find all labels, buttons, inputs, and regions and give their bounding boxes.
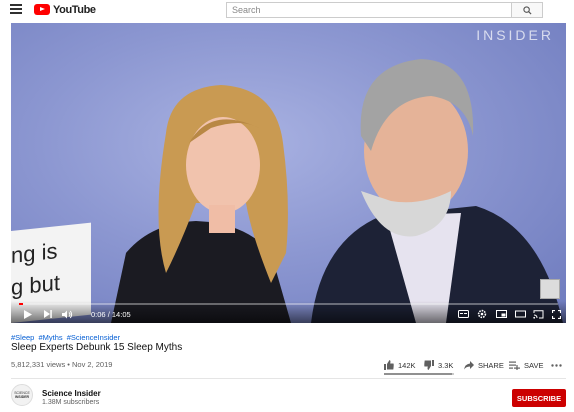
search-input[interactable]: Search <box>226 2 511 18</box>
video-frame-man <box>311 59 563 323</box>
sentiment-bar <box>384 373 454 375</box>
more-horizontal-icon <box>551 363 562 367</box>
volume-icon[interactable] <box>61 309 73 319</box>
video-frame-woman <box>111 85 291 323</box>
channel-avatar[interactable]: SCIENCE INSIDER <box>11 384 33 406</box>
dislike-count: 3.3K <box>438 360 454 370</box>
share-arrow-icon <box>464 360 474 369</box>
channel-watermark-logo <box>540 279 560 299</box>
dislike-button[interactable]: 3.3K <box>424 358 453 372</box>
thumbs-down-icon <box>424 360 434 370</box>
subscriber-count: 1.38M subscribers <box>42 399 100 406</box>
sign-text-line1: ng is <box>11 238 58 268</box>
hashtag-link[interactable]: #Myths <box>38 333 62 342</box>
like-button[interactable]: 142K <box>384 358 416 372</box>
settings-gear-icon[interactable] <box>476 309 488 319</box>
more-actions-button[interactable] <box>551 358 562 372</box>
divider <box>11 378 566 379</box>
save-label: SAVE <box>524 360 544 370</box>
hashtag-link[interactable]: #ScienceInsider <box>67 333 120 342</box>
hashtag-list: #Sleep #Myths #ScienceInsider <box>11 333 122 342</box>
time-separator: / <box>107 310 110 319</box>
views-and-date: 5,812,331 views • Nov 2, 2019 <box>11 360 113 369</box>
duration: 14:05 <box>111 310 131 319</box>
progress-fill <box>19 303 23 305</box>
add-to-playlist-icon <box>509 361 520 370</box>
avatar-logo-text: SCIENCE INSIDER <box>14 391 30 399</box>
top-bar: YouTube Search <box>0 0 574 20</box>
search-button[interactable] <box>511 2 543 18</box>
channel-name[interactable]: Science Insider <box>42 389 101 398</box>
video-title: Sleep Experts Debunk 15 Sleep Myths <box>11 342 183 353</box>
progress-bar[interactable] <box>19 303 558 305</box>
like-count: 142K <box>398 360 416 370</box>
save-button[interactable]: SAVE <box>509 358 543 372</box>
youtube-logo[interactable]: YouTube <box>34 3 96 16</box>
current-time: 0:06 <box>91 310 106 319</box>
fullscreen-icon[interactable] <box>550 309 562 319</box>
avatar-text-line2: INSIDER <box>14 395 30 399</box>
next-icon[interactable] <box>43 309 53 319</box>
logo-text: YouTube <box>53 3 96 16</box>
player-controls: 0:06 / 14:05 <box>11 301 566 323</box>
share-button[interactable]: SHARE <box>464 358 504 372</box>
subscribe-button[interactable]: SUBSCRIBE <box>512 389 566 407</box>
cast-icon[interactable] <box>532 309 544 319</box>
youtube-play-icon <box>34 4 50 15</box>
search-icon <box>522 5 532 15</box>
sentiment-fill <box>384 373 453 375</box>
thumbs-up-icon <box>384 360 394 370</box>
theater-mode-icon[interactable] <box>514 309 526 319</box>
hamburger-menu-icon[interactable] <box>10 4 22 14</box>
play-icon[interactable] <box>23 309 33 319</box>
share-label: SHARE <box>478 360 504 370</box>
video-player[interactable]: INSIDER ng is g but 0:06 / 14:05 <box>11 23 566 323</box>
sign-text-line2: g but <box>11 269 60 300</box>
miniplayer-icon[interactable] <box>495 309 507 319</box>
time-display: 0:06 / 14:05 <box>91 310 131 319</box>
hashtag-link[interactable]: #Sleep <box>11 333 34 342</box>
subtitles-icon[interactable] <box>457 309 469 319</box>
